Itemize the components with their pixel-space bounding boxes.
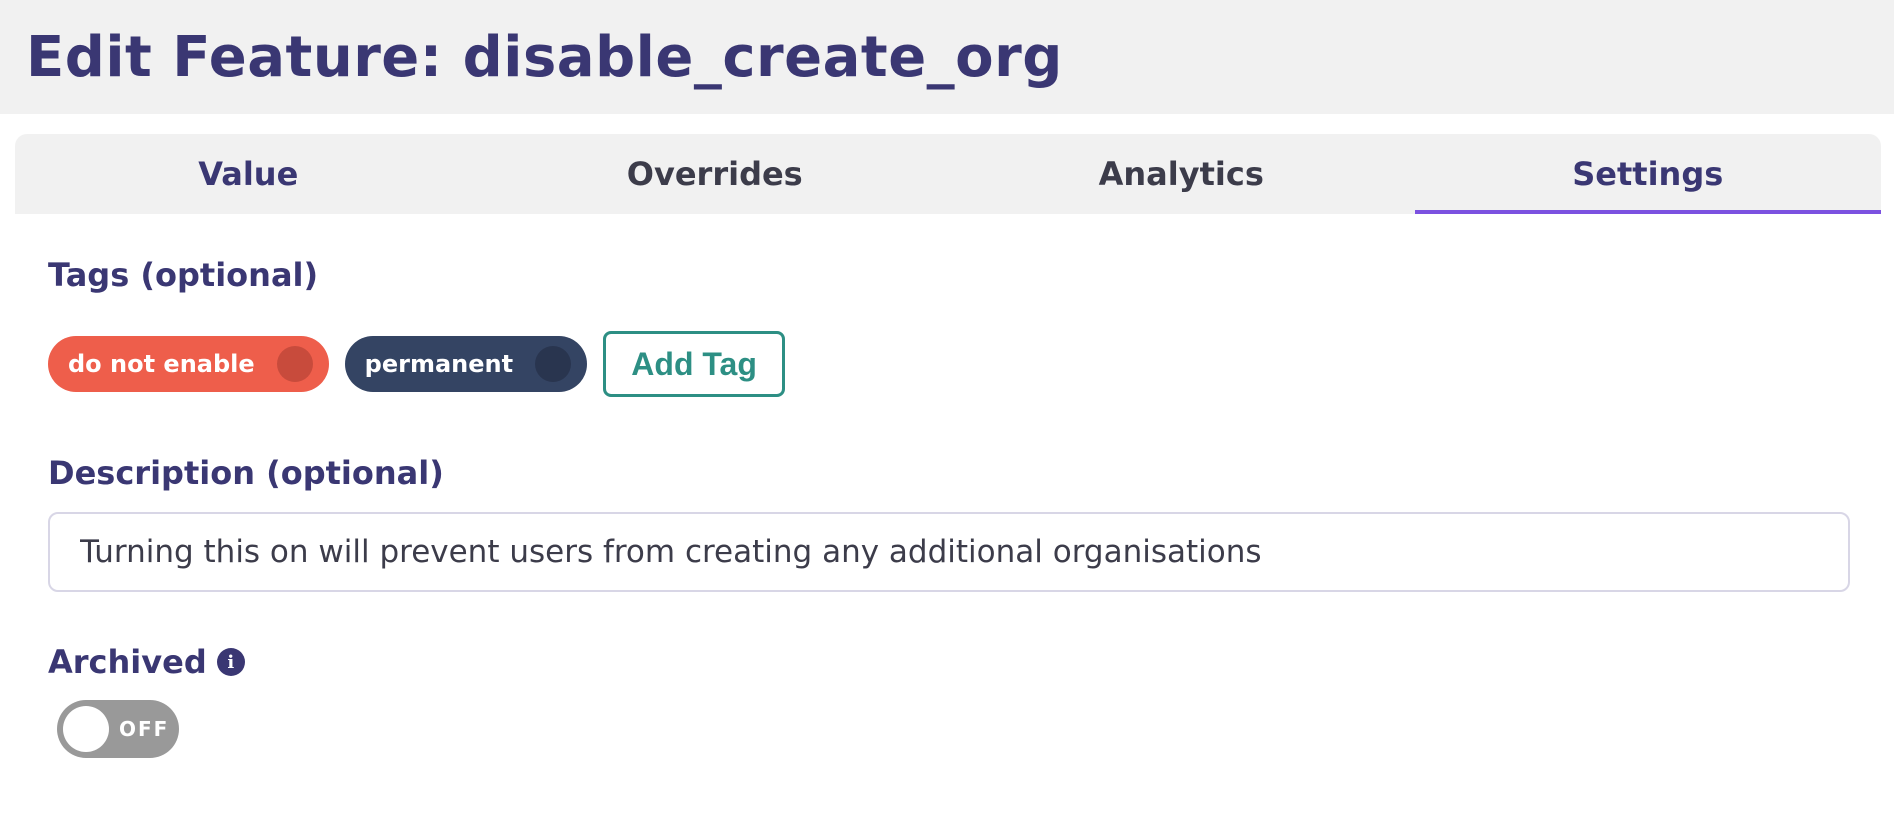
tab-label: Value — [198, 155, 299, 193]
page-header: Edit Feature: disable_create_org — [0, 0, 1894, 114]
tag-remove-icon[interactable] — [276, 346, 313, 382]
tags-row: do not enable permanent Add Tag — [48, 330, 786, 398]
tab-analytics[interactable]: Analytics — [948, 134, 1415, 214]
tab-overrides[interactable]: Overrides — [482, 134, 949, 214]
description-label: Description (optional) — [48, 454, 444, 492]
tab-settings[interactable]: Settings — [1414, 134, 1882, 214]
tag-remove-icon[interactable] — [535, 346, 572, 382]
add-tag-label: Add Tag — [631, 345, 757, 382]
tags-label: Tags (optional) — [48, 256, 319, 294]
tag-label: do not enable — [68, 350, 255, 378]
description-input[interactable] — [48, 512, 1850, 592]
tag-label: permanent — [364, 350, 514, 378]
tab-bar: Value Overrides Analytics Settings — [15, 134, 1881, 214]
archived-label: Archived — [48, 643, 207, 681]
info-icon[interactable]: i — [216, 648, 245, 676]
tab-value[interactable]: Value — [15, 134, 482, 214]
tag-permanent[interactable]: permanent — [344, 336, 588, 392]
page-title: Edit Feature: disable_create_org — [26, 25, 1063, 90]
archived-row: Archived i — [48, 640, 245, 684]
archived-toggle[interactable]: OFF — [57, 700, 179, 758]
add-tag-button[interactable]: Add Tag — [603, 331, 786, 397]
toggle-knob — [63, 706, 109, 752]
tab-label: Settings — [1572, 155, 1724, 193]
toggle-state-text: OFF — [119, 717, 170, 741]
tag-do-not-enable[interactable]: do not enable — [48, 336, 329, 392]
tab-label: Overrides — [626, 155, 803, 193]
tab-label: Analytics — [1098, 155, 1264, 193]
